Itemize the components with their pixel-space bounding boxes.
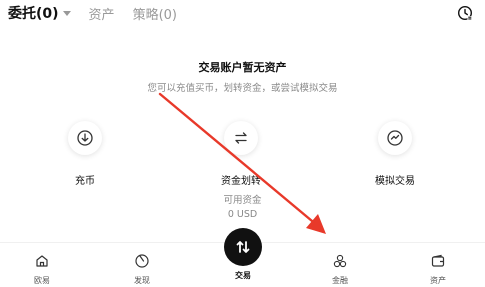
tab-strategies[interactable]: 策略(0) (133, 4, 177, 23)
transfer-icon (224, 121, 258, 155)
tab-orders-label: 委托(0) (8, 6, 59, 22)
discover-icon (135, 254, 149, 268)
nav-item-home[interactable]: 欧易 (12, 253, 72, 286)
demo-trading-label: 模拟交易 (375, 176, 415, 187)
empty-state-subtitle: 您可以充值买币，划转资金，或尝试模拟交易 (147, 83, 338, 94)
nav-item-trade[interactable]: 交易 (213, 228, 273, 281)
tab-assets[interactable]: 资产 (89, 4, 115, 23)
home-icon (36, 255, 48, 267)
nav-discover-label: 发现 (134, 276, 150, 285)
nav-item-assets[interactable]: 资产 (408, 253, 468, 286)
deposit-label: 充币 (75, 176, 95, 187)
finance-icon (333, 254, 347, 268)
tab-strategies-label: 策略(0) (132, 7, 177, 23)
nav-trade-label: 交易 (235, 271, 251, 280)
available-funds-label: 可用资金 (223, 195, 262, 206)
nav-assets-label: 资产 (430, 276, 446, 285)
history-clock-icon[interactable] (457, 5, 473, 21)
demo-trading-button[interactable]: 模拟交易 (355, 121, 435, 187)
top-tabs: 委托(0) 资产 策略(0) (8, 3, 195, 23)
download-icon (68, 121, 102, 155)
nav-home-label: 欧易 (34, 276, 50, 285)
chevron-down-icon (62, 10, 71, 16)
deposit-button[interactable]: 充币 (45, 121, 125, 187)
simulate-icon (378, 121, 412, 155)
transfer-button[interactable]: 资金划转 (201, 121, 281, 187)
trade-icon (224, 228, 262, 266)
wallet-icon (431, 254, 445, 267)
empty-state-title: 交易账户暂无资产 (198, 61, 287, 74)
transfer-label: 资金划转 (221, 176, 261, 187)
available-funds-value: 0 USD (227, 209, 258, 220)
nav-finance-label: 金融 (332, 276, 348, 285)
nav-item-finance[interactable]: 金融 (310, 253, 370, 286)
tab-orders[interactable]: 委托(0) (8, 3, 71, 23)
tab-assets-label: 资产 (88, 7, 115, 23)
nav-item-discover[interactable]: 发现 (112, 253, 172, 286)
